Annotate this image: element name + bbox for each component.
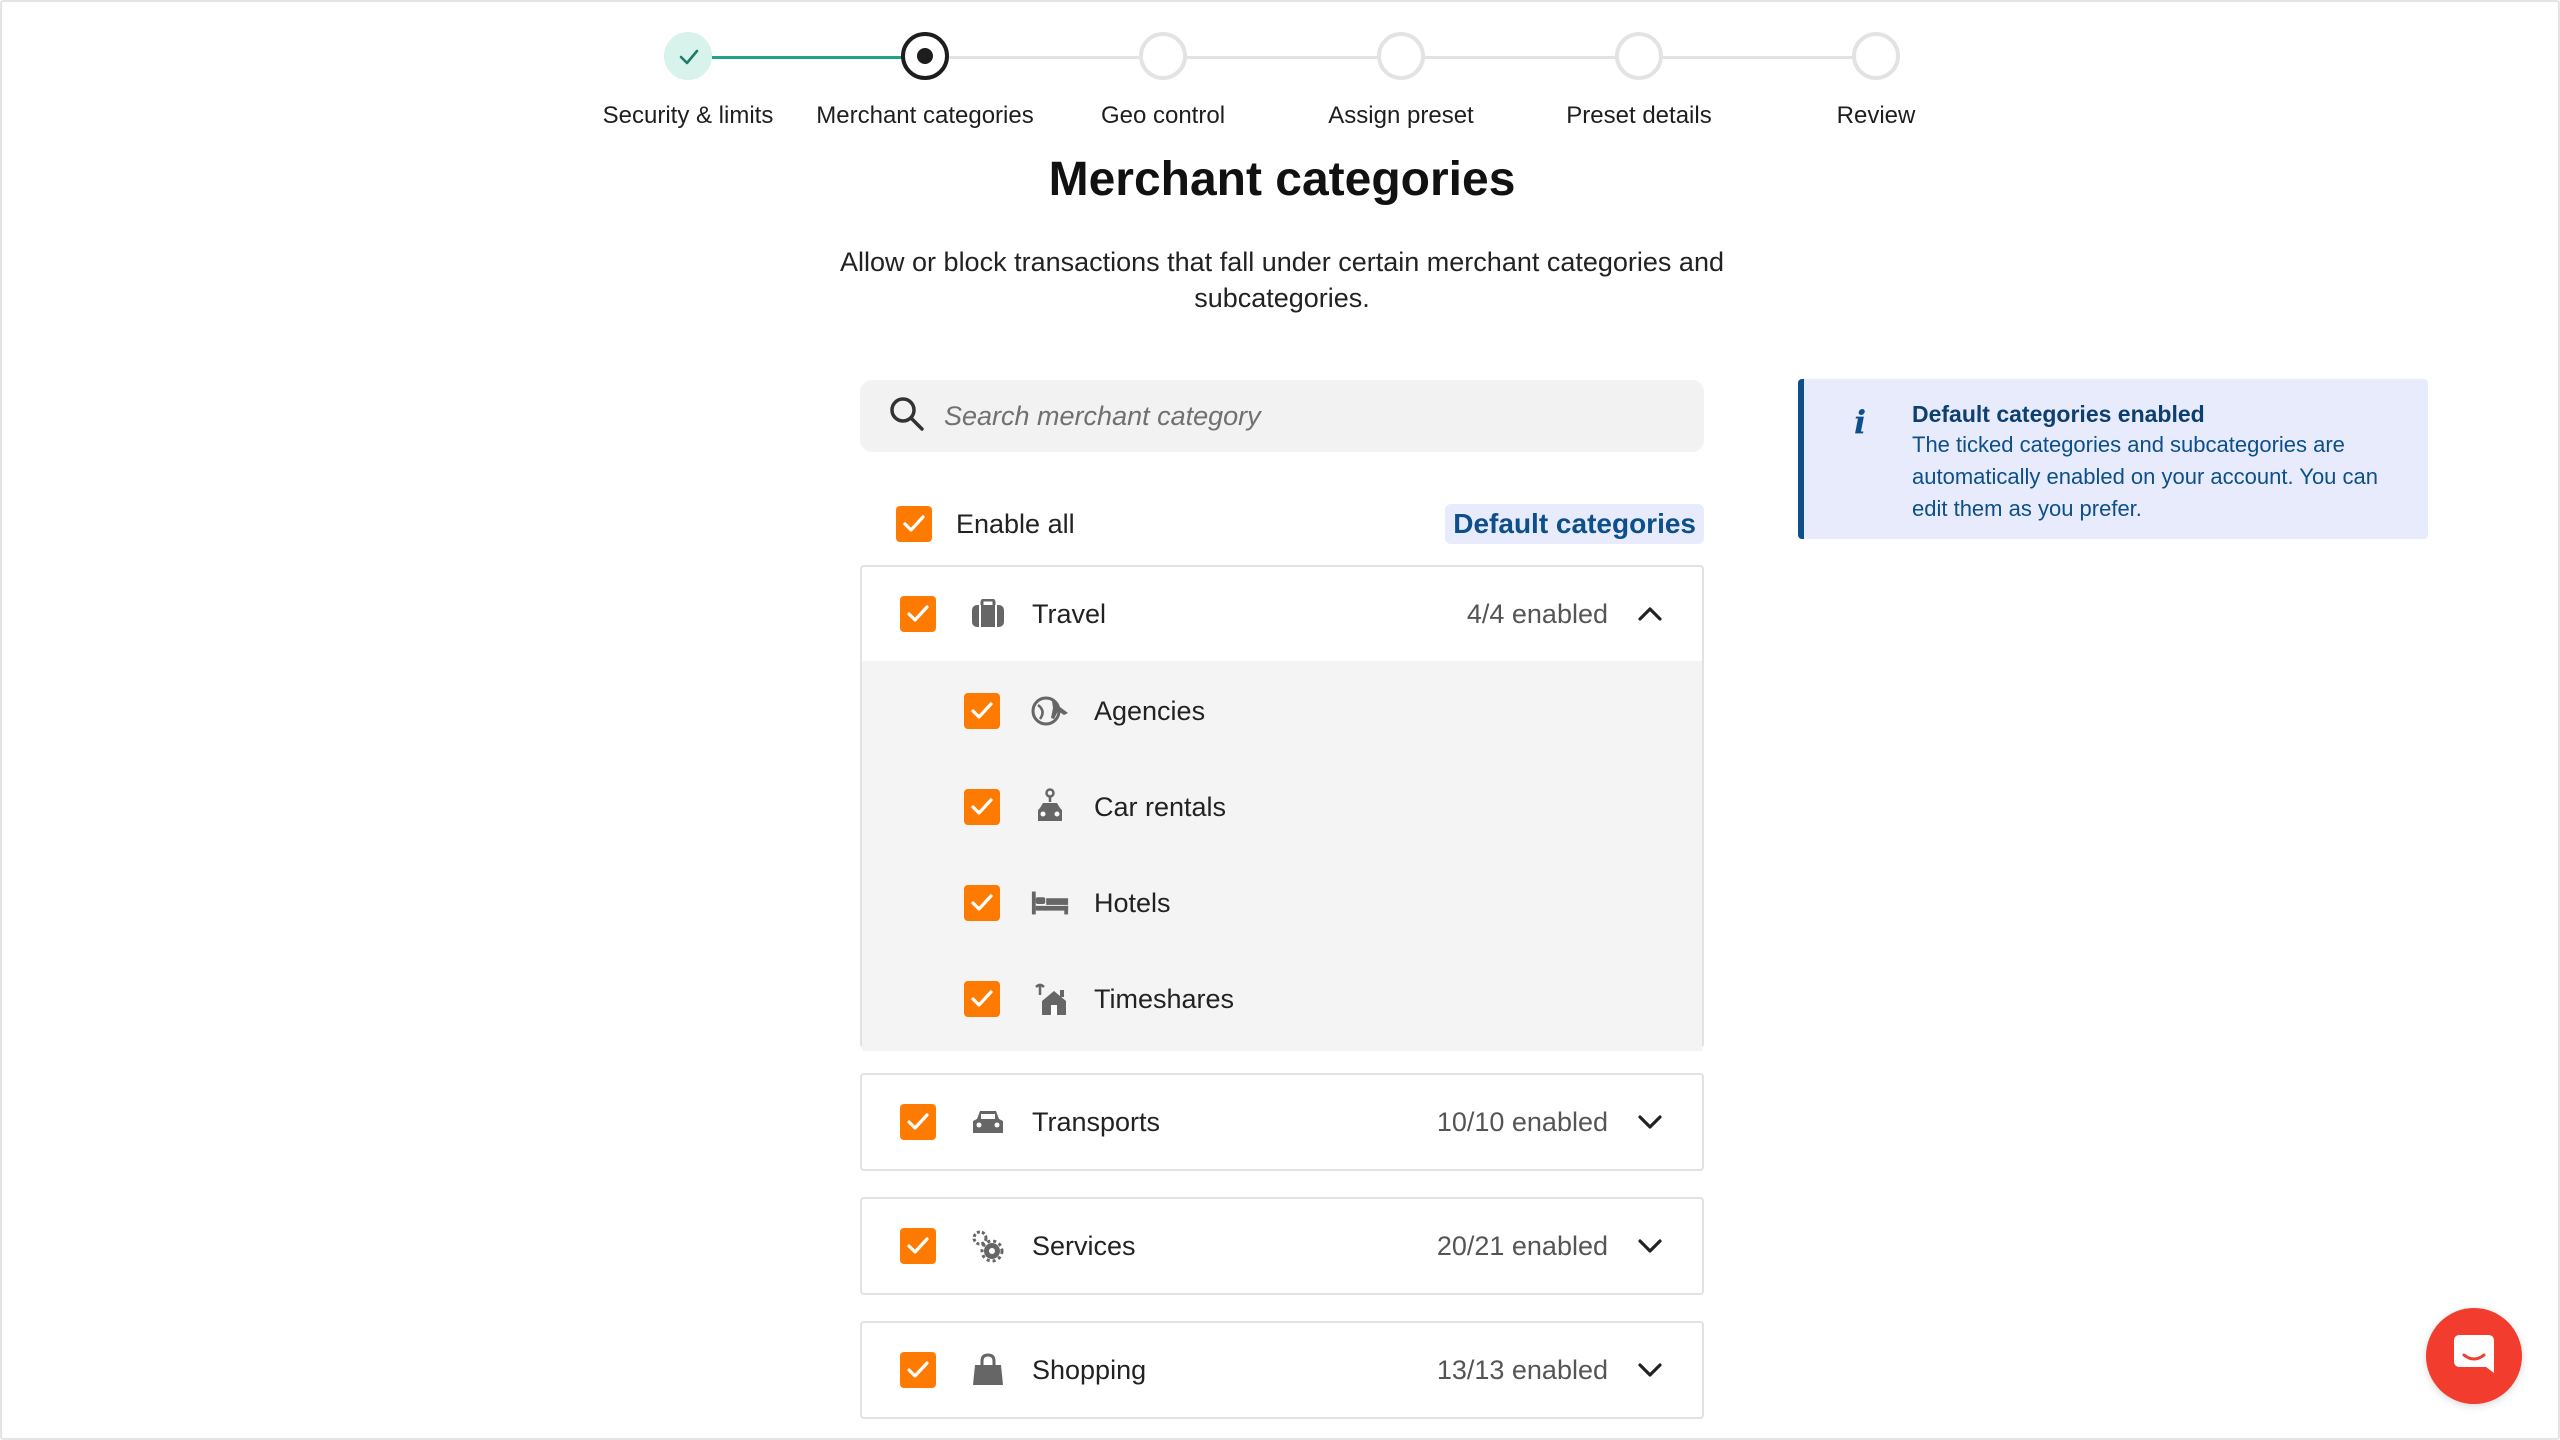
chevron-down-icon[interactable] (1636, 1232, 1664, 1260)
subcategory-checkbox[interactable] (964, 693, 1000, 729)
enable-all-checkbox[interactable] (896, 506, 932, 542)
category-header-services[interactable]: Services 20/21 enabled (862, 1199, 1702, 1293)
chat-icon (2452, 1333, 2496, 1380)
suitcase-icon (968, 594, 1008, 634)
category-card-transports: Transports 10/10 enabled (860, 1073, 1704, 1171)
category-checkbox[interactable] (900, 1352, 936, 1388)
category-count: 13/13 enabled (1436, 1354, 1608, 1385)
category-count: 10/10 enabled (1436, 1106, 1608, 1137)
step-geo-control[interactable]: Geo control (1043, 32, 1283, 130)
info-body: The ticked categories and subcategories … (1912, 432, 2378, 521)
category-name: Travel (1032, 598, 1107, 629)
step-security-limits[interactable]: Security & limits (568, 32, 808, 130)
category-header-travel[interactable]: Travel 4/4 enabled (862, 567, 1702, 661)
search-icon (888, 395, 926, 438)
step-review[interactable]: Review (1756, 32, 1996, 130)
bed-icon (1030, 883, 1070, 923)
step-merchant-categories[interactable]: Merchant categories (805, 32, 1045, 130)
category-card-shopping: Shopping 13/13 enabled (860, 1321, 1704, 1419)
step-preset-details[interactable]: Preset details (1519, 32, 1759, 130)
subcategory-checkbox[interactable] (964, 981, 1000, 1017)
category-checkbox[interactable] (900, 1228, 936, 1264)
category-checkbox[interactable] (900, 1104, 936, 1140)
subcategory-name: Timeshares (1094, 983, 1235, 1014)
step-assign-preset[interactable]: Assign preset (1281, 32, 1521, 130)
category-name: Shopping (1032, 1354, 1147, 1385)
step-label: Assign preset (1328, 102, 1474, 129)
step-label: Geo control (1100, 102, 1226, 129)
category-name: Services (1032, 1230, 1136, 1261)
house-icon (1030, 979, 1070, 1019)
pending-step-icon (1139, 32, 1187, 80)
pending-step-icon (1852, 32, 1900, 80)
car-icon (968, 1102, 1008, 1142)
chevron-down-icon[interactable] (1636, 1108, 1664, 1136)
category-checkbox[interactable] (900, 596, 936, 632)
category-header-shopping[interactable]: Shopping 13/13 enabled (862, 1323, 1702, 1417)
progress-stepper: Security & limits Merchant categories Ge… (2, 32, 2560, 142)
chat-button[interactable] (2426, 1308, 2522, 1404)
default-categories-button[interactable]: Default categories (1445, 504, 1704, 544)
subcategory-name: Hotels (1094, 887, 1171, 918)
chevron-up-icon[interactable] (1636, 600, 1664, 628)
pending-step-icon (1377, 32, 1425, 80)
globe-plane-icon (1030, 691, 1070, 731)
chevron-down-icon[interactable] (1636, 1356, 1664, 1384)
category-card-travel: Travel 4/4 enabled Agencies Car rentals … (860, 565, 1704, 1051)
shopping-bag-icon (968, 1350, 1008, 1390)
enable-all-row: Enable all Default categories (896, 502, 1704, 546)
step-label: Merchant categories (816, 102, 1034, 129)
category-count: 20/21 enabled (1436, 1230, 1608, 1261)
step-label: Review (1836, 102, 1916, 129)
subcategory-name: Agencies (1094, 695, 1206, 726)
enable-all-label: Enable all (956, 508, 1075, 539)
check-icon (664, 32, 712, 80)
subcategory-list: Agencies Car rentals Hotels Timeshares (862, 661, 1702, 1051)
subcategory-hotels[interactable]: Hotels (862, 855, 1702, 951)
car-key-icon (1030, 787, 1070, 827)
subcategory-car-rentals[interactable]: Car rentals (862, 759, 1702, 855)
subcategory-agencies[interactable]: Agencies (862, 663, 1702, 759)
gears-icon (968, 1226, 1008, 1266)
search-input[interactable] (944, 400, 1684, 432)
step-label: Security & limits (602, 102, 774, 129)
subcategory-checkbox[interactable] (964, 885, 1000, 921)
step-label: Preset details (1566, 102, 1712, 129)
category-name: Transports (1032, 1106, 1161, 1137)
category-header-transports[interactable]: Transports 10/10 enabled (862, 1075, 1702, 1169)
pending-step-icon (1615, 32, 1663, 80)
info-icon: i (1854, 403, 1867, 441)
app-frame: Security & limits Merchant categories Ge… (0, 0, 2560, 1440)
category-count: 4/4 enabled (1466, 598, 1608, 629)
subcategory-timeshares[interactable]: Timeshares (862, 951, 1702, 1047)
category-card-services: Services 20/21 enabled (860, 1197, 1704, 1295)
active-step-icon (901, 32, 949, 80)
info-panel: i Default categories enabled The ticked … (1798, 379, 2428, 539)
subcategory-checkbox[interactable] (964, 789, 1000, 825)
search-box[interactable] (860, 380, 1704, 452)
page-subtitle: Allow or block transactions that fall un… (840, 247, 1724, 313)
subcategory-name: Car rentals (1094, 791, 1227, 822)
page-title: Merchant categories (1048, 153, 1516, 206)
info-title: Default categories enabled (1912, 401, 2205, 427)
